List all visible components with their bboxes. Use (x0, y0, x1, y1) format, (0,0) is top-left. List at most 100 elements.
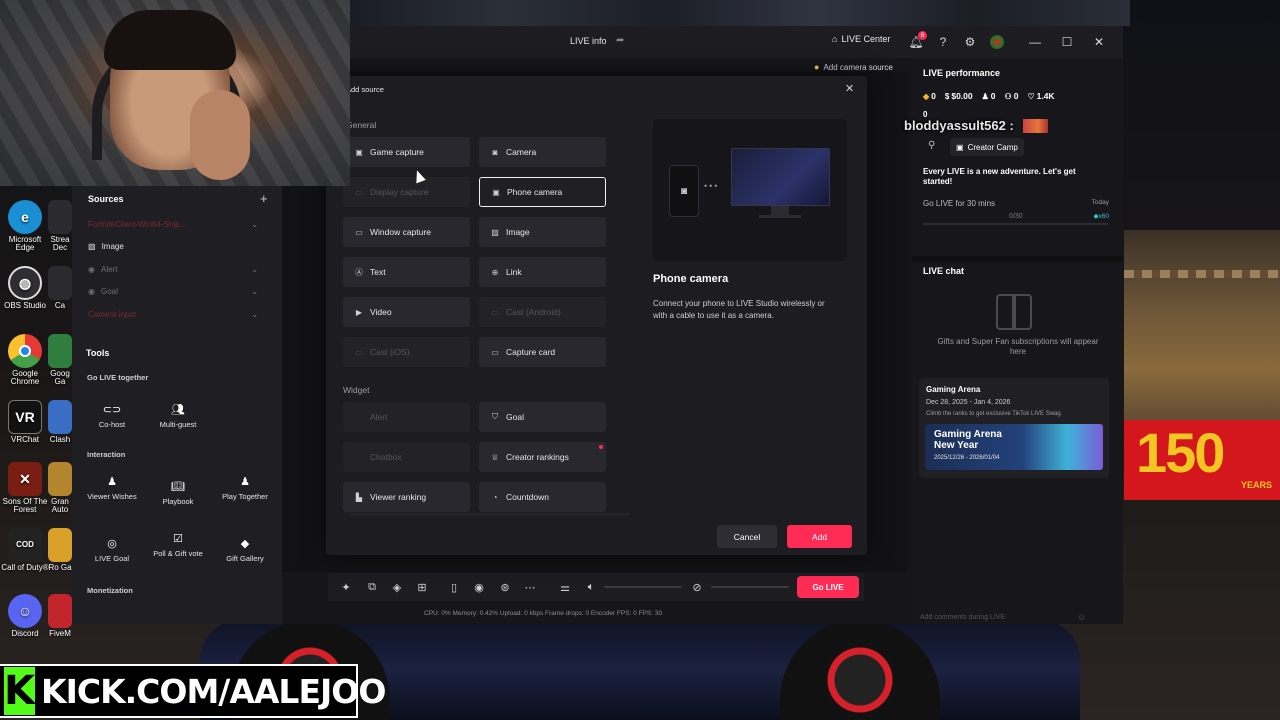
chevron-down-icon[interactable]: ⌄ (251, 310, 258, 319)
option-creator-rankings[interactable]: ♕ Creator rankings (479, 442, 606, 472)
desktop-icon-partial[interactable]: Goog Ga (48, 334, 72, 387)
desktop-icon-vrchat[interactable]: VR VRChat (0, 400, 50, 444)
option-goal[interactable]: ⛉ Goal (479, 402, 606, 432)
task-label: Go LIVE for 30 mins (923, 199, 996, 208)
desktop-icon-cod[interactable]: COD Call of Duty® (0, 528, 50, 572)
notification-bell-icon[interactable]: 🔔︎ 8 (908, 31, 927, 50)
desktop-icon-partial[interactable]: FiveM (48, 594, 72, 638)
option-phone-camera[interactable]: ▣ Phone camera (479, 177, 606, 207)
play-together-button[interactable]: ♟ Play Together (215, 476, 275, 501)
desktop-icon-partial[interactable]: Gran Auto (48, 462, 72, 515)
desktop-icon-partial[interactable]: Ro Ga (48, 528, 72, 572)
source-item[interactable]: ◉ Alert ⌄ (88, 265, 258, 274)
playbook-button[interactable]: 📖︎ Playbook (148, 481, 208, 506)
add-source-plus-icon[interactable]: + (260, 191, 268, 206)
phone-icon[interactable]: ▯ (446, 579, 462, 595)
settings-gear-icon[interactable]: ⚙ (962, 34, 978, 50)
multi-guest-button[interactable]: 👥︎ Multi-guest (148, 404, 208, 429)
streamer-hand (190, 90, 250, 180)
audio-mixer-icon[interactable]: ⚌ (557, 579, 573, 595)
option-window-capture[interactable]: ▭ Window capture (343, 217, 470, 247)
lightbulb-icon: ● (814, 62, 820, 72)
option-video[interactable]: ▶ Video (343, 297, 470, 327)
speaker-icon[interactable]: 🔈︎ (583, 579, 599, 595)
add-button[interactable]: Add (787, 525, 852, 548)
phone-camera-preview: ◙ ••• (653, 119, 847, 261)
desktop-icon-discord[interactable]: ☺ Discord (0, 594, 50, 638)
share-icon[interactable]: ➦ (616, 35, 624, 46)
chevron-down-icon[interactable]: ⌄ (251, 265, 258, 274)
option-game-capture[interactable]: ▣ Game capture (343, 137, 470, 167)
gift-gallery-button[interactable]: ◆ Gift Gallery (215, 538, 275, 563)
viewer-wishes-button[interactable]: ♟ Viewer Wishes (82, 476, 142, 501)
live-center-label: LIVE Center (841, 34, 891, 44)
chevron-down-icon[interactable]: ⌄ (251, 287, 258, 296)
source-item[interactable]: Camera input ⌄ (88, 310, 258, 319)
option-countdown[interactable]: ◔ Countdown (479, 482, 606, 512)
layout-icon[interactable]: ⧉ (364, 579, 380, 595)
minimize-icon[interactable]: — (1027, 34, 1043, 50)
arena-banner[interactable]: Gaming Arena New Year 2025/12/26 - 2026/… (925, 424, 1103, 470)
desktop-icon-edge[interactable]: e Microsoft Edge (0, 200, 50, 253)
creator-camp-button[interactable]: ▣ Creator Camp (950, 138, 1024, 156)
option-label: Game capture (370, 147, 424, 157)
source-item[interactable]: ▧ Image (88, 242, 258, 251)
mic-volume-slider[interactable] (711, 586, 789, 588)
window-title[interactable]: LIVE info (570, 36, 607, 46)
chevron-down-icon[interactable]: ⌄ (251, 220, 258, 229)
go-live-button[interactable]: Go LIVE (797, 576, 859, 598)
source-item[interactable]: ◉ Goal ⌄ (88, 287, 258, 296)
poll-gift-vote-button[interactable]: ☑ Poll & Gift vote (148, 533, 208, 558)
cancel-button[interactable]: Cancel (717, 525, 777, 548)
chat-input[interactable]: Add comments during LIVE (920, 614, 1005, 621)
edge-icon: e (8, 200, 42, 234)
magic-wand-icon[interactable]: ✦ (338, 579, 354, 595)
desktop-icon-label: Goog Ga (50, 369, 70, 387)
tool-label: Play Together (222, 492, 268, 502)
option-cast-android: ▭ Cast (Android) (479, 297, 606, 327)
tool-label: Multi-guest (159, 420, 197, 430)
gaming-arena-card[interactable]: Gaming Arena Dec 28, 2025 - Jan 4, 2026 … (919, 378, 1109, 478)
maximize-icon[interactable]: ☐ (1059, 34, 1075, 50)
desktop-icon-partial[interactable]: Ca (48, 266, 72, 310)
desktop-icon-chrome[interactable]: Google Chrome (0, 334, 50, 387)
desktop-icon-label: Sons Of The Forest (2, 497, 48, 515)
camera-icon: ◙ (492, 147, 498, 157)
option-camera[interactable]: ◙ Camera (479, 137, 606, 167)
alert-icon: ◉ (88, 265, 95, 274)
diamond-icon: ◆ (923, 92, 930, 101)
interaction-heading: Interaction (87, 450, 126, 459)
speaker-volume-slider[interactable] (604, 586, 682, 588)
option-capture-card[interactable]: ▭ Capture card (479, 337, 606, 367)
avatar[interactable] (990, 35, 1004, 49)
desktop-icon-partial[interactable]: Strea Dec (48, 200, 72, 253)
live-goal-button[interactable]: ◎ LIVE Goal (82, 538, 142, 563)
cohost-button[interactable]: ⊂⊃ Co-host (82, 404, 142, 429)
help-icon[interactable]: ? (935, 34, 951, 50)
goal-icon: ◉ (88, 287, 95, 296)
effects-icon[interactable]: ◈ (389, 579, 405, 595)
emoji-icon[interactable]: ☺ (1077, 612, 1086, 622)
camera-effects-icon[interactable]: ⊛ (497, 579, 513, 595)
tool-label: Co-host (98, 420, 126, 430)
more-icon[interactable]: ⋯ (522, 579, 538, 595)
desktop-icon-sotf[interactable]: ✕ Sons Of The Forest (0, 462, 50, 515)
viewer-wishes-icon: ♟ (107, 476, 117, 488)
option-link[interactable]: ⊕ Link (479, 257, 606, 287)
option-label: Display capture (370, 187, 429, 197)
add-scene-icon[interactable]: ⊞ (414, 579, 430, 595)
monitor-icon: ▭ (355, 187, 363, 197)
close-icon[interactable]: ✕ (845, 82, 854, 95)
dialog-scrollbar[interactable] (350, 513, 630, 516)
source-item[interactable]: FortniteClient-Win64-Ship... ⌄ (88, 220, 258, 229)
user-edit-icon[interactable]: ⚲ (928, 140, 935, 151)
record-icon[interactable]: ◉ (471, 579, 487, 595)
option-text[interactable]: Ⓐ Text (343, 257, 470, 287)
live-center-button[interactable]: ⌂ LIVE Center (832, 34, 890, 44)
mic-muted-icon[interactable]: ⊘ (689, 579, 705, 595)
option-viewer-ranking[interactable]: ▙ Viewer ranking (343, 482, 470, 512)
desktop-icon-obs[interactable]: ◍ OBS Studio (0, 266, 50, 310)
desktop-icon-partial[interactable]: Clash (48, 400, 72, 444)
option-image[interactable]: ▧ Image (479, 217, 606, 247)
close-icon[interactable]: ✕ (1091, 34, 1107, 50)
